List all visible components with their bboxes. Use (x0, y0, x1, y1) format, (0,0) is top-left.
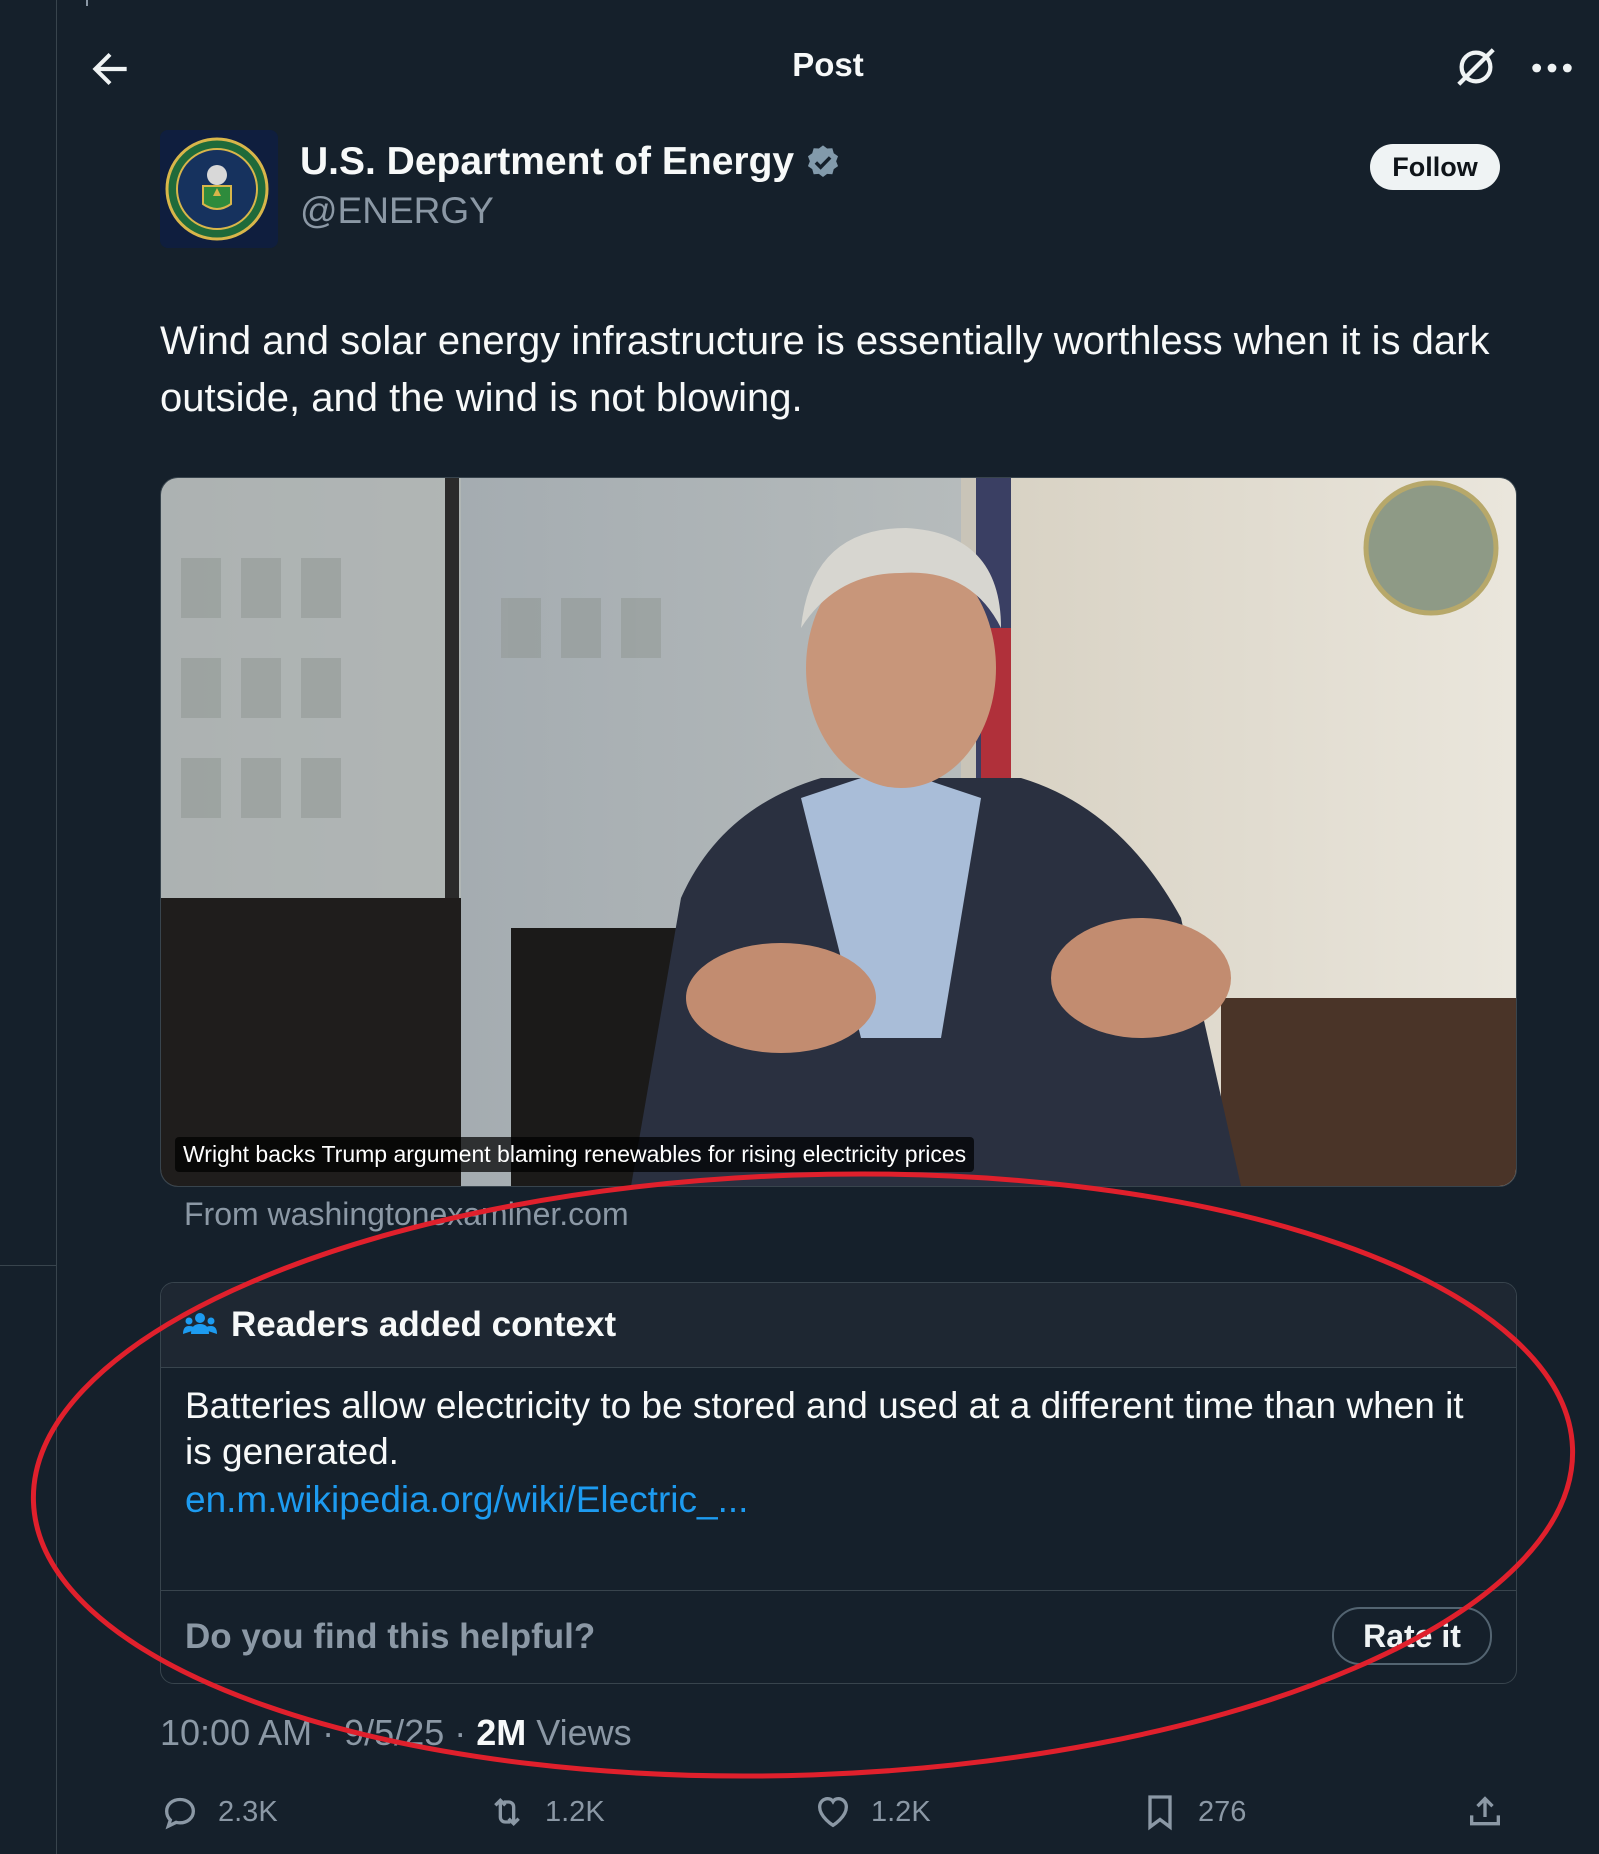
people-icon (183, 1313, 217, 1334)
community-note: Readers added context Batteries allow el… (160, 1282, 1517, 1684)
author-name-row: U.S. Department of Energy (300, 140, 842, 184)
views-count: 2M (476, 1712, 527, 1753)
left-rail (0, 0, 57, 1854)
reply-icon (164, 1797, 196, 1830)
post-meta: 10:00 AM · 9/5/25 · 2M Views (160, 1712, 632, 1754)
reply-count: 2.3K (218, 1795, 278, 1828)
note-title: Readers added context (231, 1305, 617, 1344)
meta-separator: · (454, 1712, 467, 1753)
page-title: Post (792, 46, 864, 83)
link-source[interactable]: From washingtonexaminer.com (184, 1196, 629, 1233)
divider-mark (86, 0, 88, 6)
meta-separator: · (322, 1712, 335, 1753)
bookmark-icon (1148, 1795, 1172, 1831)
views-label: Views (536, 1712, 632, 1753)
share-icon (1470, 1796, 1500, 1826)
reply-button[interactable]: 2.3K (160, 1792, 278, 1832)
repost-icon (494, 1797, 520, 1827)
helpful-question: Do you find this helpful? (185, 1617, 596, 1656)
note-body: Batteries allow electricity to be stored… (185, 1385, 1464, 1472)
note-footer: Do you find this helpful? Rate it (161, 1590, 1516, 1683)
rail-divider (0, 1265, 56, 1266)
author-name[interactable]: U.S. Department of Energy (300, 140, 794, 184)
follow-button[interactable]: Follow (1370, 144, 1500, 190)
doe-seal-icon (160, 130, 278, 248)
grok-icon[interactable] (1453, 44, 1499, 90)
rate-it-button[interactable]: Rate it (1332, 1607, 1492, 1665)
like-count: 1.2K (871, 1795, 931, 1828)
tweet-text: Wind and solar energy infrastructure is … (160, 319, 1490, 420)
link-card-title: Wright backs Trump argument blaming rene… (175, 1137, 975, 1172)
bookmark-count: 276 (1198, 1795, 1247, 1828)
heart-icon (817, 1796, 849, 1828)
like-button[interactable]: 1.2K (813, 1792, 931, 1832)
author-handle[interactable]: @ENERGY (300, 190, 494, 232)
share-button[interactable] (1465, 1792, 1523, 1832)
avatar[interactable] (160, 130, 278, 248)
photo-office-interview (161, 478, 1516, 1186)
repost-button[interactable]: 1.2K (487, 1792, 605, 1832)
note-header: Readers added context (161, 1283, 1516, 1368)
action-bar: 2.3K 1.2K 1.2K 276 (160, 1792, 1515, 1842)
verified-badge-icon (808, 145, 839, 178)
post-time[interactable]: 10:00 AM (160, 1712, 312, 1753)
top-bar: Post (57, 18, 1599, 110)
link-card-image[interactable]: Wright backs Trump argument blaming rene… (160, 477, 1517, 1187)
more-options-icon[interactable] (1529, 48, 1575, 88)
repost-count: 1.2K (545, 1795, 605, 1828)
bookmark-button[interactable]: 276 (1140, 1792, 1246, 1832)
note-source-link[interactable]: en.m.wikipedia.org/wiki/Electric_... (185, 1479, 748, 1521)
post-date[interactable]: 9/5/25 (344, 1712, 444, 1753)
